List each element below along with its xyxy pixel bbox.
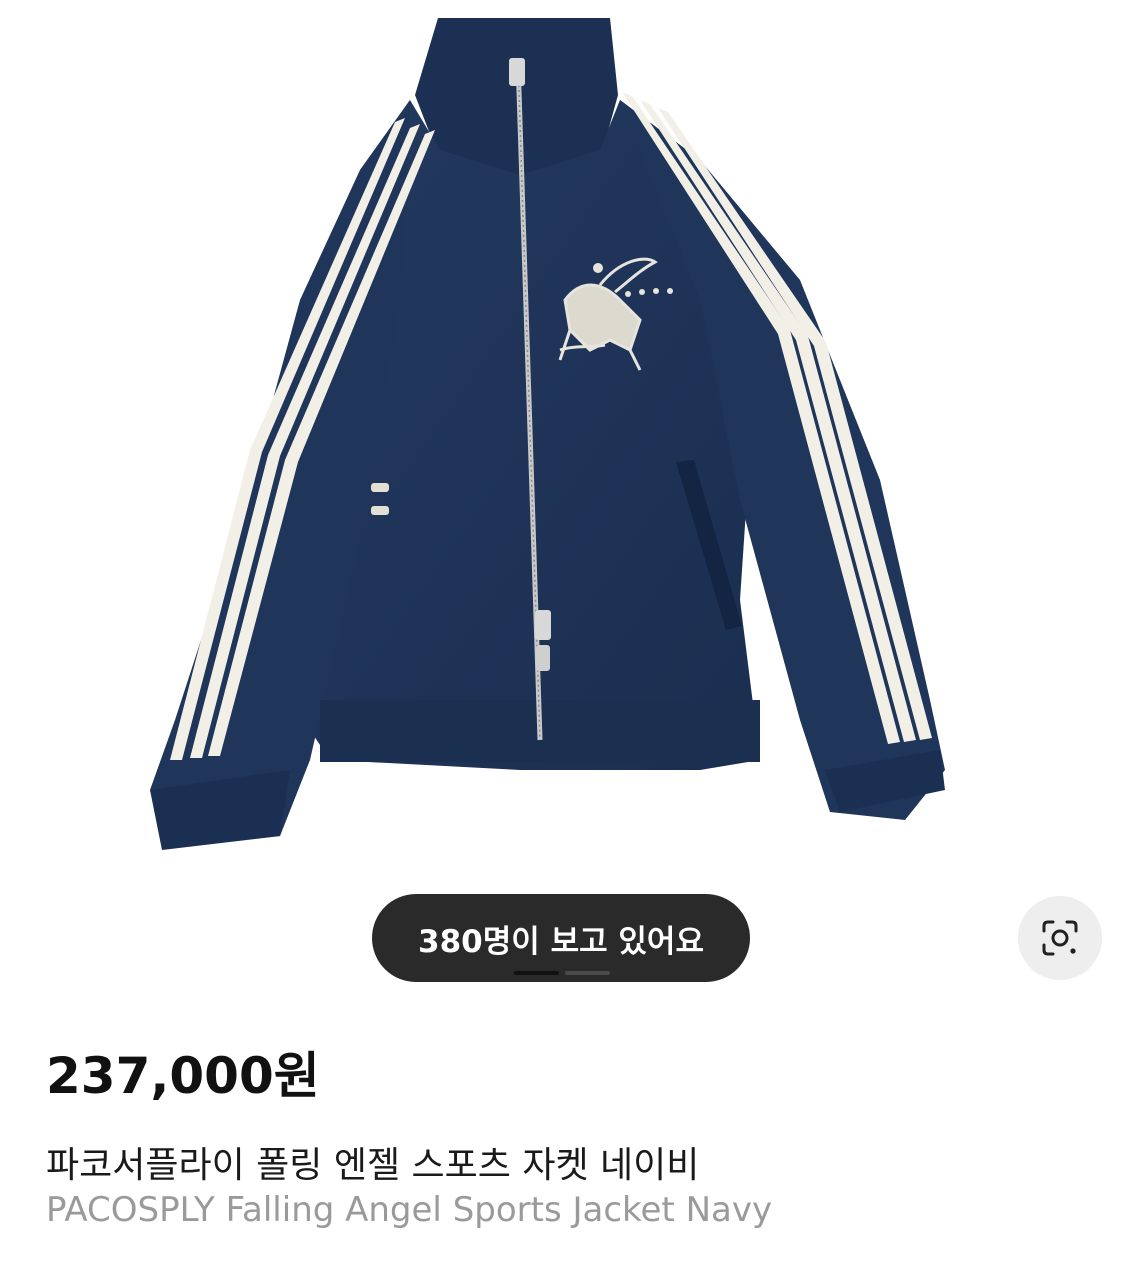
product-title-english: PACOSPLY Falling Angel Sports Jacket Nav… [46, 1190, 773, 1230]
viewers-count-text: 380명이 보고 있어요 [418, 923, 704, 960]
pager-indicator-active [514, 971, 559, 975]
jacket-photo [150, 18, 945, 850]
product-price: 237,000원 [46, 1047, 320, 1105]
pager-indicator [565, 971, 610, 975]
viewers-count-badge: 380명이 보고 있어요 [372, 894, 750, 982]
image-pager [514, 971, 610, 976]
image-search-button[interactable] [1018, 896, 1102, 980]
product-image[interactable] [0, 0, 1125, 1000]
image-search-icon [1042, 920, 1078, 956]
product-title-korean: 파코서플라이 폴링 엔젤 스포츠 자켓 네이비 [46, 1145, 700, 1186]
